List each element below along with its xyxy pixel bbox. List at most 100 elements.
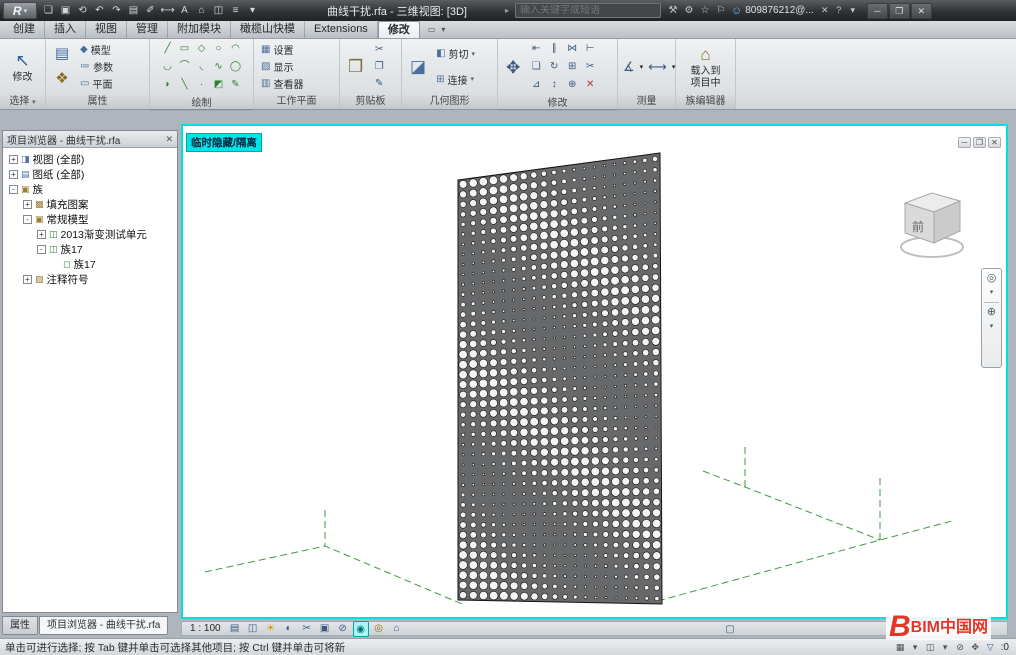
measure-tool-icon[interactable]: ∡ [623, 56, 635, 78]
temporary-hide-isolate-icon[interactable]: ◉ [353, 621, 369, 637]
thin-lines-icon[interactable]: ≡ [227, 2, 244, 19]
expander-icon[interactable]: + [37, 230, 46, 239]
tab-properties-palette[interactable]: 属性 [2, 616, 38, 635]
family-types-icon[interactable]: ❖ [51, 67, 73, 91]
project-browser-header[interactable]: 项目浏览器 - 曲线干扰.rfa ✕ [3, 131, 177, 148]
drawing-area[interactable]: 临时隐藏/隔离 ─ ❐ ✕ 前 ◎ ▾ ⊕ ▾ [181, 124, 1008, 619]
paste-button[interactable]: ❒ [345, 41, 366, 92]
expander-icon[interactable]: - [37, 245, 46, 254]
fillet-arc-tool-icon[interactable]: ◟ [194, 59, 210, 75]
mirror-icon[interactable]: ⋈ [564, 41, 580, 57]
panel-label-modify[interactable]: 修改 [498, 96, 617, 111]
search-input[interactable] [520, 5, 656, 16]
center-arc-tool-icon[interactable]: ◡ [160, 59, 176, 75]
tree-item-family17-type[interactable]: ◻ 族17 [5, 257, 175, 272]
cut-geometry-button[interactable]: ◪ [407, 41, 429, 92]
view-restore-icon[interactable]: ❐ [973, 137, 986, 148]
tree-item-fill-patterns[interactable]: + ▩ 填充图案 [5, 197, 175, 212]
model-viewport[interactable] [183, 126, 1006, 617]
default-3d-view-icon[interactable]: ⌂ [193, 2, 210, 19]
ellipse-tool-icon[interactable]: ◯ [228, 59, 244, 75]
show-crop-icon[interactable]: ▣ [317, 621, 333, 637]
tab-create[interactable]: 创建 [4, 21, 45, 38]
split-icon[interactable]: ✂ [582, 59, 598, 75]
panel-label-draw[interactable]: 绘制 [150, 96, 253, 111]
tab-extensions[interactable]: Extensions [305, 21, 378, 38]
expander-icon[interactable]: - [9, 185, 18, 194]
expander-icon[interactable]: + [23, 275, 32, 284]
plane-button[interactable]: ▭ 平面 [78, 76, 115, 92]
scale-button[interactable]: 1 : 100 [186, 623, 225, 634]
dimension-caret-icon[interactable]: ▾ [672, 63, 676, 71]
tree-item-generic-models[interactable]: - ▣ 常规模型 [5, 212, 175, 227]
redo-icon[interactable]: ↷ [108, 2, 125, 19]
partial-ellipse-tool-icon[interactable]: ◗ [160, 77, 176, 93]
exclude-options-icon[interactable]: ⊘ [954, 641, 967, 654]
temporary-hide-isolate-badge[interactable]: 临时隐藏/隔离 [186, 133, 262, 152]
match-type-icon[interactable]: ✎ [371, 76, 387, 92]
tree-item-views[interactable]: + ◨ 视图 (全部) [5, 152, 175, 167]
trim-icon[interactable]: ⊿ [528, 77, 544, 93]
measure-caret-icon[interactable]: ▾ [640, 63, 644, 71]
pick-face-tool-icon[interactable]: ◩ [211, 77, 227, 93]
align-icon[interactable]: ⇤ [528, 41, 544, 57]
line-tool-icon[interactable]: ╱ [160, 41, 176, 57]
offset-icon[interactable]: ∥ [546, 41, 562, 57]
modify-button[interactable]: ↖ 修改 [10, 41, 36, 92]
design-options-icon[interactable]: ◫ [924, 641, 937, 654]
help-icon[interactable]: ? [832, 5, 846, 16]
rectangle-tool-icon[interactable]: ▭ [177, 41, 193, 57]
circle-tool-icon[interactable]: ○ [211, 41, 227, 57]
panel-label-select[interactable]: 选择 ▾ [0, 94, 45, 109]
cut-icon[interactable]: ✂ [371, 42, 387, 58]
array-icon[interactable]: ⊞ [564, 59, 580, 75]
save-icon[interactable]: ▣ [57, 2, 74, 19]
expander-icon[interactable]: + [9, 155, 18, 164]
scale-icon[interactable]: ↕ [546, 77, 562, 93]
steering-wheel-icon[interactable]: ◎ [987, 272, 997, 284]
aligned-dimension-icon[interactable]: ⟷ [159, 2, 176, 19]
panel-label-family-editor[interactable]: 族编辑器 [676, 94, 735, 109]
properties-icon[interactable]: ▤ [51, 42, 73, 66]
favorites-icon[interactable]: ☆ [697, 5, 713, 16]
ribbon-cycle-icon[interactable]: ▭ [425, 25, 439, 34]
parameter-button[interactable]: ≔ 参数 [78, 59, 115, 75]
tab-addins[interactable]: 附加模块 [168, 21, 231, 38]
minimize-button[interactable]: ─ [867, 3, 888, 19]
open-icon[interactable]: ❏ [40, 2, 57, 19]
tab-manage[interactable]: 管理 [127, 21, 168, 38]
delete-icon[interactable]: ✕ [582, 77, 598, 93]
visual-style-icon[interactable]: ◫ [245, 621, 261, 637]
tangent-arc-tool-icon[interactable]: ⌒ [177, 59, 193, 75]
lock-view-icon[interactable]: ⊘ [335, 621, 351, 637]
application-menu-button[interactable]: R ▾ [3, 2, 37, 19]
model-button[interactable]: ◆ 模型 [78, 42, 115, 58]
copy-icon[interactable]: ❏ [528, 59, 544, 75]
extend-icon[interactable]: ⊢ [582, 41, 598, 57]
detail-level-icon[interactable]: ▤ [227, 621, 243, 637]
reference-plane-line[interactable] [703, 471, 880, 540]
tree-item-family17[interactable]: - ◫ 族17 [5, 242, 175, 257]
pin-icon[interactable]: ⊕ [564, 77, 580, 93]
join-button[interactable]: ⊞ 连接 ▾ [434, 71, 477, 87]
tree-item-annotation-symbols[interactable]: + ▨ 注释符号 [5, 272, 175, 287]
panel-label-measure[interactable]: 测量 [618, 94, 675, 109]
tree-item-gradient-test-unit[interactable]: + ◫ 2013渐变测试单元 [5, 227, 175, 242]
tab-view[interactable]: 视图 [86, 21, 127, 38]
move-button[interactable]: ✥ [503, 41, 523, 94]
show-workplane-button[interactable]: ▧ 显示 [259, 59, 305, 75]
worksharing-display-icon[interactable]: ⌂ [389, 621, 405, 637]
close-button[interactable]: ✕ [911, 3, 932, 19]
viewcube[interactable]: 前 [891, 181, 976, 266]
panel-label-geometry[interactable]: 几何图形 [402, 94, 497, 109]
subscription-icon[interactable]: ⚙ [681, 5, 697, 16]
zoom-icon[interactable]: ⊕ [987, 306, 996, 318]
polygon-tool-icon[interactable]: ◇ [194, 41, 210, 57]
tree-item-families[interactable]: - ▣ 族 [5, 182, 175, 197]
tab-glsmod[interactable]: 橄榄山快模 [231, 21, 305, 38]
reference-plane-line[interactable] [658, 521, 952, 601]
expander-icon[interactable]: + [9, 170, 18, 179]
project-browser-close-icon[interactable]: ✕ [165, 134, 173, 145]
tree-item-sheets[interactable]: + ▤ 图纸 (全部) [5, 167, 175, 182]
filter-icon[interactable]: ▽ [984, 641, 997, 654]
